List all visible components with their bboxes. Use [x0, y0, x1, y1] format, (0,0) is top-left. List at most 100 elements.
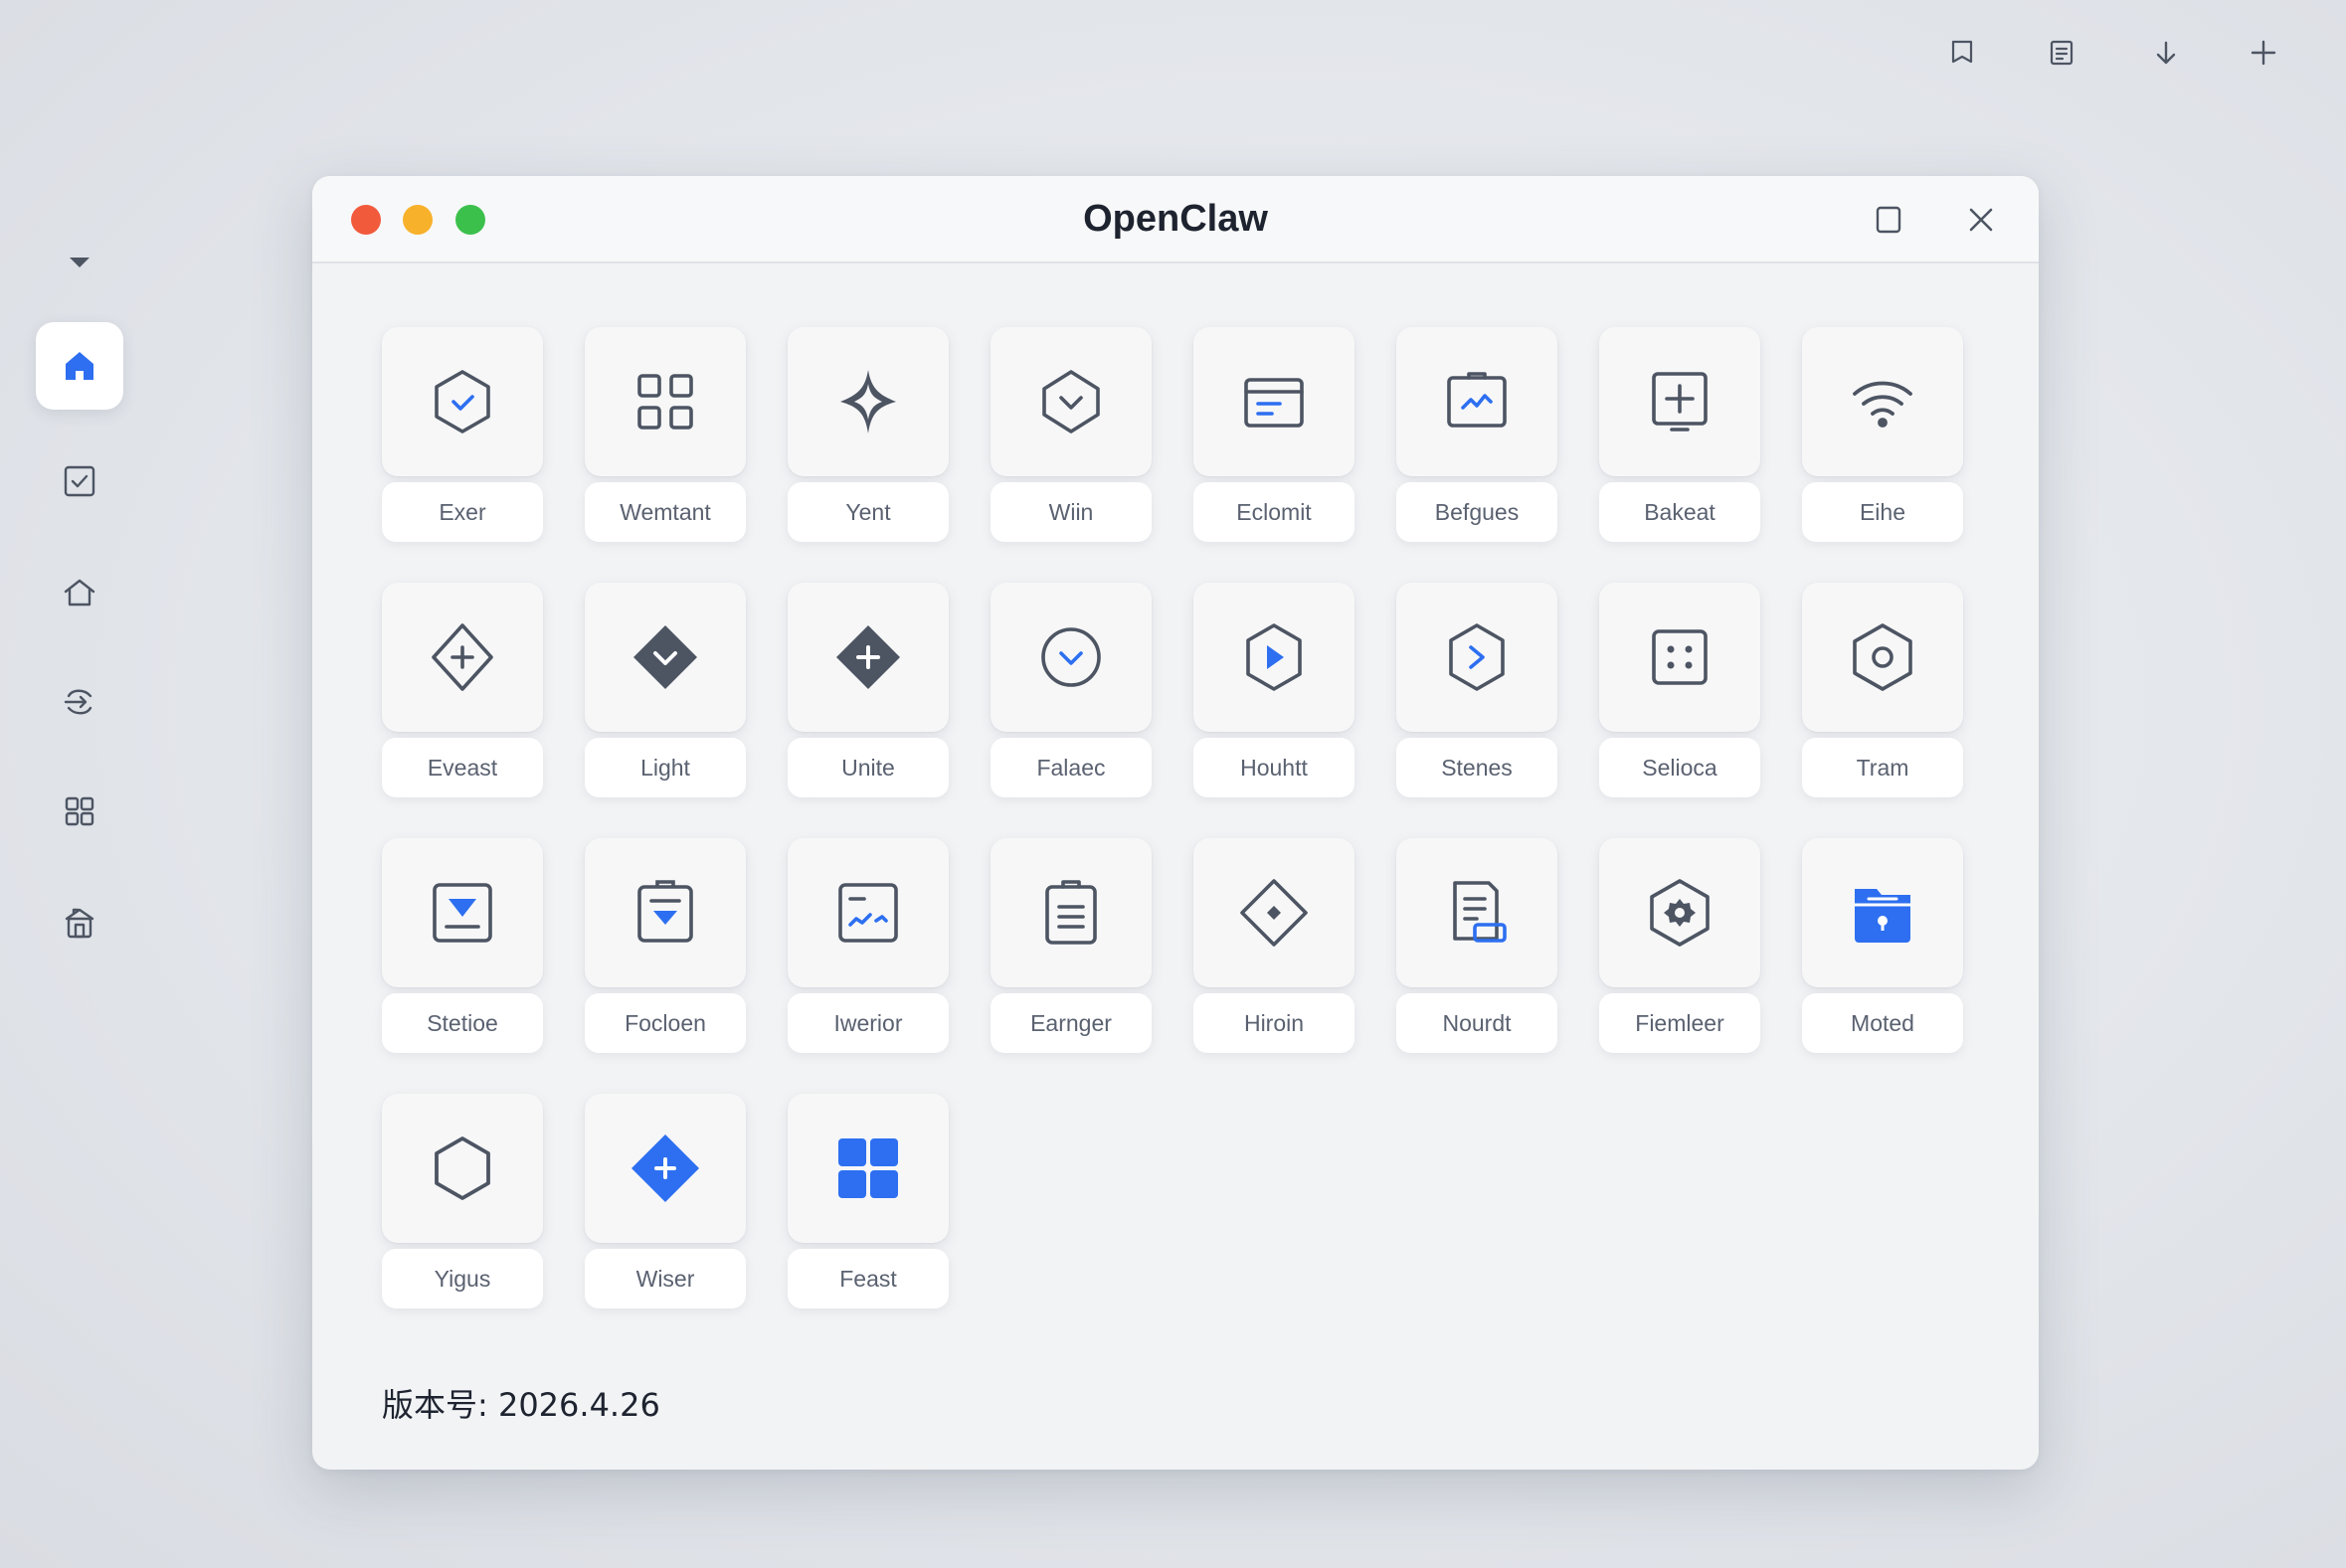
- app-label: Focloen: [585, 993, 746, 1053]
- app-label: Moted: [1802, 993, 1963, 1053]
- app-tile: [991, 583, 1152, 732]
- app-tile: [585, 838, 746, 987]
- app-item[interactable]: Eihe: [1802, 327, 1963, 544]
- app-label: Tram: [1802, 738, 1963, 797]
- sidebar-item-building[interactable]: [36, 879, 123, 966]
- app-item[interactable]: Tram: [1802, 583, 1963, 799]
- dropdown-caret-icon[interactable]: [36, 219, 123, 306]
- sidebar-item-share[interactable]: [36, 658, 123, 746]
- sidebar-item-home[interactable]: [36, 322, 123, 410]
- blue-diamond-plus-icon: [632, 1134, 699, 1202]
- app-tile: [382, 583, 543, 732]
- house-outline-icon: [64, 579, 95, 607]
- app-tile: [1599, 583, 1760, 732]
- app-label: Iwerior: [788, 993, 949, 1053]
- sidebar-item-tasks[interactable]: [36, 437, 123, 525]
- app-item[interactable]: Fiemleer: [1599, 838, 1760, 1055]
- zoom-dot-button[interactable]: [455, 205, 485, 235]
- app-item[interactable]: Exer: [382, 327, 543, 544]
- app-label: Nourdt: [1396, 993, 1557, 1053]
- app-tile: [991, 838, 1152, 987]
- app-item[interactable]: Hiroin: [1193, 838, 1354, 1055]
- app-item[interactable]: Eveast: [382, 583, 543, 799]
- app-item[interactable]: Yigus: [382, 1094, 543, 1310]
- top-toolbar: [1939, 30, 2297, 74]
- clipboard-list-icon: [1045, 880, 1097, 945]
- minimize-dot-button[interactable]: [403, 205, 433, 235]
- app-tile: [1802, 583, 1963, 732]
- app-tile: [1802, 327, 1963, 476]
- plus-monitor-icon: [1652, 372, 1708, 432]
- app-item[interactable]: Falaec: [991, 583, 1152, 799]
- app-label: Eclomit: [1193, 482, 1354, 542]
- app-tile: [382, 327, 543, 476]
- bookmark-icon[interactable]: [1939, 30, 1985, 76]
- close-button[interactable]: [1956, 195, 2006, 245]
- app-tile: [991, 327, 1152, 476]
- clipboard-download-icon: [637, 880, 693, 943]
- hexagon-check-outline-icon: [1042, 370, 1100, 434]
- app-tile: [585, 327, 746, 476]
- grid-icon: [65, 796, 94, 826]
- app-label: Hiroin: [1193, 993, 1354, 1053]
- app-tile: [788, 583, 949, 732]
- blue-folder-lock-icon: [1855, 889, 1910, 943]
- app-tile: [585, 1094, 746, 1243]
- app-item[interactable]: Earnger: [991, 838, 1152, 1055]
- share-icon: [64, 689, 92, 715]
- app-label: Feast: [788, 1249, 949, 1308]
- app-tile: [1802, 838, 1963, 987]
- app-item[interactable]: Stetioe: [382, 838, 543, 1055]
- app-label: Falaec: [991, 738, 1152, 797]
- app-label: Befgues: [1396, 482, 1557, 542]
- app-item[interactable]: Light: [585, 583, 746, 799]
- download-arrow-icon[interactable]: [2143, 30, 2189, 76]
- dice-icon: [1652, 629, 1708, 685]
- hexagon-outline-icon: [435, 1136, 490, 1200]
- app-label: Bakeat: [1599, 482, 1760, 542]
- title-bar: OpenClaw: [312, 176, 2039, 263]
- app-item[interactable]: Focloen: [585, 838, 746, 1055]
- checkbox-icon: [64, 465, 95, 497]
- close-dot-button[interactable]: [351, 205, 381, 235]
- app-window: OpenClaw Exer Wemtant Yent Wiin Eclomit …: [312, 176, 2039, 1470]
- hexagon-plus-icon: [432, 623, 493, 691]
- app-item[interactable]: Stenes: [1396, 583, 1557, 799]
- app-item[interactable]: Iwerior: [788, 838, 949, 1055]
- hexagon-check-icon: [435, 370, 490, 434]
- app-item[interactable]: Nourdt: [1396, 838, 1557, 1055]
- home-icon: [66, 352, 93, 380]
- app-tile: [382, 1094, 543, 1243]
- sparkle-icon: [840, 370, 896, 434]
- maximize-icon: [1876, 206, 1901, 234]
- app-label: Yigus: [382, 1249, 543, 1308]
- app-label: Exer: [382, 482, 543, 542]
- app-item[interactable]: Houhtt: [1193, 583, 1354, 799]
- app-tile: [788, 327, 949, 476]
- app-item[interactable]: Selioca: [1599, 583, 1760, 799]
- app-item[interactable]: Unite: [788, 583, 949, 799]
- app-item[interactable]: Bakeat: [1599, 327, 1760, 544]
- app-item[interactable]: Feast: [788, 1094, 949, 1310]
- app-item[interactable]: Wemtant: [585, 327, 746, 544]
- app-item[interactable]: Yent: [788, 327, 949, 544]
- sidebar: [30, 219, 129, 974]
- sidebar-item-apps[interactable]: [36, 768, 123, 855]
- app-item[interactable]: Moted: [1802, 838, 1963, 1055]
- sidebar-item-house[interactable]: [36, 549, 123, 636]
- app-label: Earnger: [991, 993, 1152, 1053]
- app-item[interactable]: Befgues: [1396, 327, 1557, 544]
- app-item[interactable]: Wiin: [991, 327, 1152, 544]
- app-label: Wiin: [991, 482, 1152, 542]
- app-tile: [788, 838, 949, 987]
- plus-icon[interactable]: [2241, 30, 2286, 76]
- maximize-button[interactable]: [1864, 195, 1913, 245]
- clipboard-chart-icon: [1447, 372, 1507, 428]
- app-item[interactable]: Eclomit: [1193, 327, 1354, 544]
- diamond-dot-icon: [1240, 879, 1308, 947]
- app-item[interactable]: Wiser: [585, 1094, 746, 1310]
- app-label: Selioca: [1599, 738, 1760, 797]
- app-label: Eihe: [1802, 482, 1963, 542]
- app-tile: [1599, 327, 1760, 476]
- document-icon[interactable]: [2039, 30, 2084, 76]
